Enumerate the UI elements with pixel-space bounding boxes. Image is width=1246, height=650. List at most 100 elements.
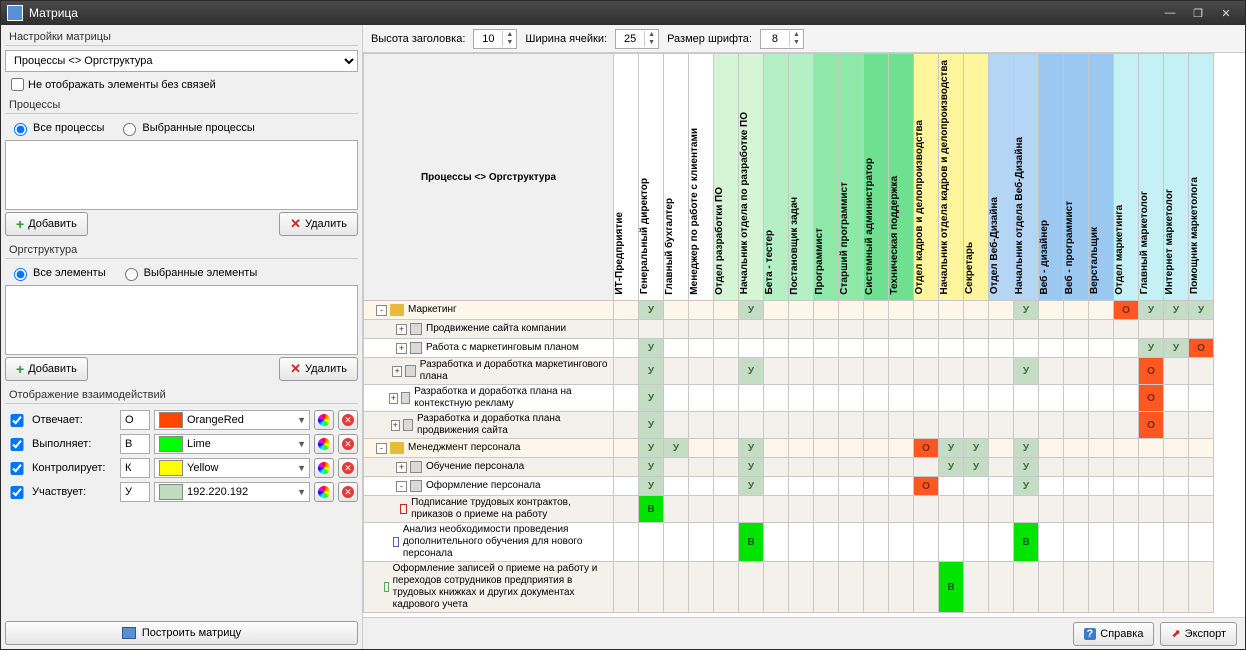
matrix-cell[interactable]	[914, 320, 939, 339]
matrix-cell[interactable]	[714, 385, 739, 412]
matrix-cell[interactable]	[1164, 477, 1189, 496]
processes-listbox[interactable]	[5, 140, 358, 210]
role-delete-button[interactable]: ✕	[338, 434, 358, 454]
matrix-cell[interactable]	[939, 523, 964, 562]
matrix-cell[interactable]	[1114, 523, 1139, 562]
matrix-cell[interactable]	[1039, 358, 1064, 385]
role-delete-button[interactable]: ✕	[338, 410, 358, 430]
matrix-cell[interactable]	[664, 385, 689, 412]
matrix-cell[interactable]	[964, 412, 989, 439]
row-header[interactable]: +Продвижение сайта компании	[364, 320, 614, 339]
matrix-cell[interactable]	[864, 496, 889, 523]
matrix-cell[interactable]	[839, 439, 864, 458]
matrix-cell[interactable]	[639, 562, 664, 613]
matrix-cell[interactable]	[639, 320, 664, 339]
matrix-cell[interactable]	[939, 496, 964, 523]
matrix-cell[interactable]: У	[939, 439, 964, 458]
matrix-cell[interactable]	[1189, 477, 1214, 496]
matrix-cell[interactable]: У	[639, 439, 664, 458]
matrix-cell[interactable]	[889, 523, 914, 562]
matrix-cell[interactable]	[914, 412, 939, 439]
matrix-cell[interactable]	[664, 301, 689, 320]
row-header[interactable]: -Маркетинг	[364, 301, 614, 320]
matrix-cell[interactable]	[714, 562, 739, 613]
matrix-cell[interactable]	[1039, 496, 1064, 523]
selected-processes-radio[interactable]: Выбранные процессы	[118, 120, 254, 136]
matrix-cell[interactable]	[1114, 562, 1139, 613]
matrix-cell[interactable]	[1014, 412, 1039, 439]
matrix-cell[interactable]	[939, 320, 964, 339]
help-button[interactable]: ?Справка	[1073, 622, 1155, 646]
matrix-cell[interactable]	[789, 339, 814, 358]
spin-down[interactable]: ▼	[644, 39, 658, 47]
matrix-cell[interactable]	[1064, 358, 1089, 385]
matrix-cell[interactable]	[964, 320, 989, 339]
matrix-cell[interactable]	[814, 320, 839, 339]
matrix-cell[interactable]	[864, 339, 889, 358]
matrix-cell[interactable]	[789, 496, 814, 523]
matrix-cell[interactable]	[889, 358, 914, 385]
matrix-cell[interactable]	[964, 301, 989, 320]
matrix-cell[interactable]: У	[639, 412, 664, 439]
column-header[interactable]: Главный маркетолог	[1139, 54, 1164, 301]
matrix-cell[interactable]	[614, 385, 639, 412]
matrix-cell[interactable]	[864, 385, 889, 412]
matrix-cell[interactable]	[964, 339, 989, 358]
matrix-cell[interactable]	[1089, 339, 1114, 358]
matrix-cell[interactable]	[1189, 358, 1214, 385]
matrix-cell[interactable]	[1164, 412, 1189, 439]
matrix-cell[interactable]	[814, 458, 839, 477]
matrix-cell[interactable]	[1039, 301, 1064, 320]
matrix-cell[interactable]	[689, 358, 714, 385]
matrix-cell[interactable]	[889, 320, 914, 339]
role-code-input[interactable]	[120, 434, 150, 454]
matrix-cell[interactable]	[714, 339, 739, 358]
matrix-cell[interactable]	[839, 320, 864, 339]
matrix-cell[interactable]	[1114, 320, 1139, 339]
matrix-cell[interactable]: О	[1139, 358, 1164, 385]
matrix-cell[interactable]	[614, 496, 639, 523]
column-header[interactable]: Отдел маркетинга	[1114, 54, 1139, 301]
matrix-cell[interactable]	[989, 477, 1014, 496]
org-listbox[interactable]	[5, 285, 358, 355]
matrix-cell[interactable]	[1189, 458, 1214, 477]
matrix-cell[interactable]	[1139, 439, 1164, 458]
matrix-cell[interactable]	[714, 523, 739, 562]
matrix-cell[interactable]: У	[964, 439, 989, 458]
matrix-cell[interactable]	[914, 301, 939, 320]
matrix-cell[interactable]: У	[639, 477, 664, 496]
row-header[interactable]: Подписание трудовых контрактов, приказов…	[364, 496, 614, 523]
matrix-cell[interactable]	[1189, 562, 1214, 613]
matrix-cell[interactable]	[989, 562, 1014, 613]
matrix-cell[interactable]	[989, 320, 1014, 339]
matrix-cell[interactable]	[839, 358, 864, 385]
matrix-cell[interactable]	[889, 562, 914, 613]
column-header[interactable]: Начальник отдела кадров и делопроизводст…	[939, 54, 964, 301]
matrix-cell[interactable]	[989, 439, 1014, 458]
font-size-input[interactable]	[761, 32, 789, 46]
minimize-button[interactable]: —	[1157, 4, 1183, 22]
matrix-cell[interactable]: О	[914, 477, 939, 496]
spin-down[interactable]: ▼	[502, 39, 516, 47]
column-header[interactable]: Программист	[814, 54, 839, 301]
matrix-cell[interactable]	[839, 562, 864, 613]
matrix-cell[interactable]	[1189, 439, 1214, 458]
header-height-input[interactable]	[474, 32, 502, 46]
matrix-cell[interactable]	[864, 439, 889, 458]
matrix-cell[interactable]	[614, 458, 639, 477]
role-checkbox[interactable]	[9, 486, 25, 499]
spin-up[interactable]: ▲	[502, 31, 516, 39]
matrix-cell[interactable]: У	[1014, 439, 1039, 458]
matrix-cell[interactable]	[1189, 385, 1214, 412]
matrix-cell[interactable]	[789, 301, 814, 320]
matrix-cell[interactable]	[964, 496, 989, 523]
matrix-cell[interactable]	[1164, 320, 1189, 339]
matrix-cell[interactable]	[864, 458, 889, 477]
row-header[interactable]: Анализ необходимости проведения дополнит…	[364, 523, 614, 562]
matrix-cell[interactable]	[1164, 562, 1189, 613]
matrix-cell[interactable]: У	[739, 358, 764, 385]
matrix-cell[interactable]: У	[739, 458, 764, 477]
matrix-cell[interactable]: В	[739, 523, 764, 562]
matrix-cell[interactable]	[1064, 385, 1089, 412]
matrix-cell[interactable]: У	[739, 439, 764, 458]
